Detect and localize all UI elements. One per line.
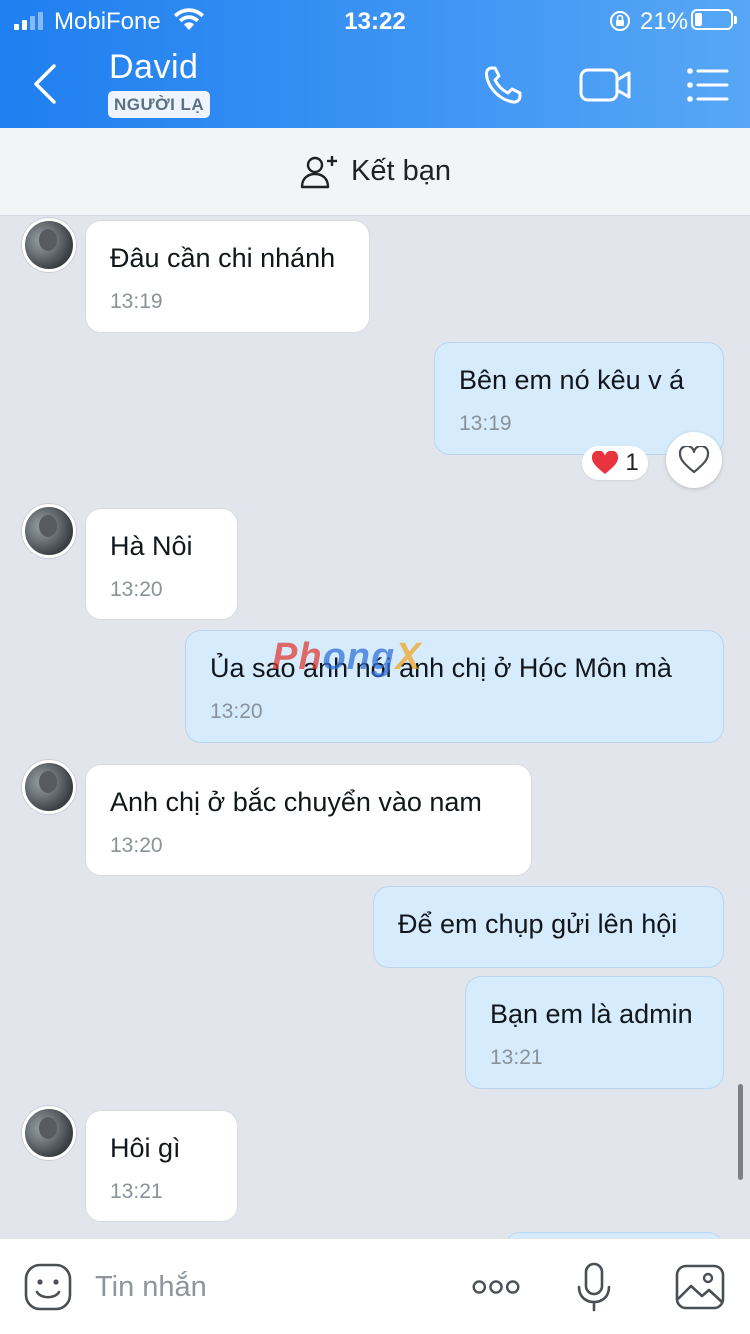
message-text: Bên em nó kêu v á <box>459 365 685 395</box>
avatar[interactable] <box>22 1106 76 1160</box>
add-friend-label: Kết bạn <box>351 155 451 187</box>
message-time: 13:20 <box>210 700 263 723</box>
message-input[interactable]: Tin nhắn <box>95 1271 207 1304</box>
message-time: 13:20 <box>110 834 163 857</box>
add-friend-icon <box>300 155 337 188</box>
avatar[interactable] <box>22 504 76 558</box>
scrollbar[interactable] <box>738 1084 743 1180</box>
battery-percent: 21% <box>640 8 689 35</box>
message-bubble-incoming[interactable]: Anh chị ở bắc chuyển vào nam 13:20 <box>85 764 532 876</box>
message-time: 13:19 <box>110 290 163 313</box>
message-bubble-outgoing[interactable]: Bạn em là admin 13:21 <box>465 976 724 1089</box>
chat-header: MobiFone 13:22 21% David NGƯỜI LẠ <box>0 0 750 128</box>
status-bar: MobiFone 13:22 21% <box>0 0 750 42</box>
phone-icon[interactable] <box>478 60 534 110</box>
message-bubble-outgoing[interactable]: Để em chụp gửi lên hội <box>373 886 724 968</box>
video-call-icon[interactable] <box>578 60 634 110</box>
message-bubble-incoming[interactable]: Hà Nôi 13:20 <box>85 508 238 620</box>
status-time: 13:22 <box>344 8 406 35</box>
microphone-icon[interactable] <box>568 1261 620 1313</box>
heart-reaction-icon <box>592 451 619 474</box>
stranger-badge: NGƯỜI LẠ <box>108 91 211 118</box>
message-text: Để em chụp gửi lên hội <box>398 909 678 939</box>
react-button[interactable] <box>666 432 722 488</box>
back-icon[interactable] <box>28 62 68 106</box>
message-time: 13:21 <box>490 1046 543 1069</box>
watermark-logo: PhongX <box>272 636 422 678</box>
image-icon[interactable] <box>674 1261 726 1313</box>
message-input-bar: Tin nhắn <box>0 1238 750 1334</box>
more-icon[interactable] <box>470 1261 522 1313</box>
heart-outline-icon <box>678 446 710 474</box>
sticker-icon[interactable] <box>22 1261 74 1313</box>
message-text: Hà Nôi <box>110 531 193 561</box>
menu-icon[interactable] <box>682 60 738 110</box>
message-bubble-outgoing[interactable]: Ủa sao anh nói anh chị ở Hóc Môn mà 13:2… <box>185 630 724 743</box>
message-text: Hôi gì <box>110 1133 181 1163</box>
message-time: 13:21 <box>110 1180 163 1203</box>
message-bubble-incoming[interactable]: Hôi gì 13:21 <box>85 1110 238 1222</box>
avatar[interactable] <box>22 760 76 814</box>
add-friend-button[interactable]: Kết bạn <box>0 128 750 216</box>
message-list[interactable]: Đâu cần chi nhánh 13:19 Bên em nó kêu v … <box>0 216 750 1238</box>
reaction-badge[interactable]: 1 <box>582 446 648 480</box>
avatar[interactable] <box>22 218 76 272</box>
reaction-count: 1 <box>625 449 639 476</box>
battery-icon <box>691 9 737 30</box>
message-bubble-incoming[interactable]: Đâu cần chi nhánh 13:19 <box>85 220 370 333</box>
message-time: 13:19 <box>459 412 512 435</box>
message-text: Bạn em là admin <box>490 999 693 1029</box>
orientation-lock-icon <box>610 11 630 31</box>
contact-name[interactable]: David <box>109 48 198 87</box>
message-time: 13:20 <box>110 578 163 601</box>
message-text: Đâu cần chi nhánh <box>110 243 336 273</box>
message-text: Anh chị ở bắc chuyển vào nam <box>110 787 482 817</box>
